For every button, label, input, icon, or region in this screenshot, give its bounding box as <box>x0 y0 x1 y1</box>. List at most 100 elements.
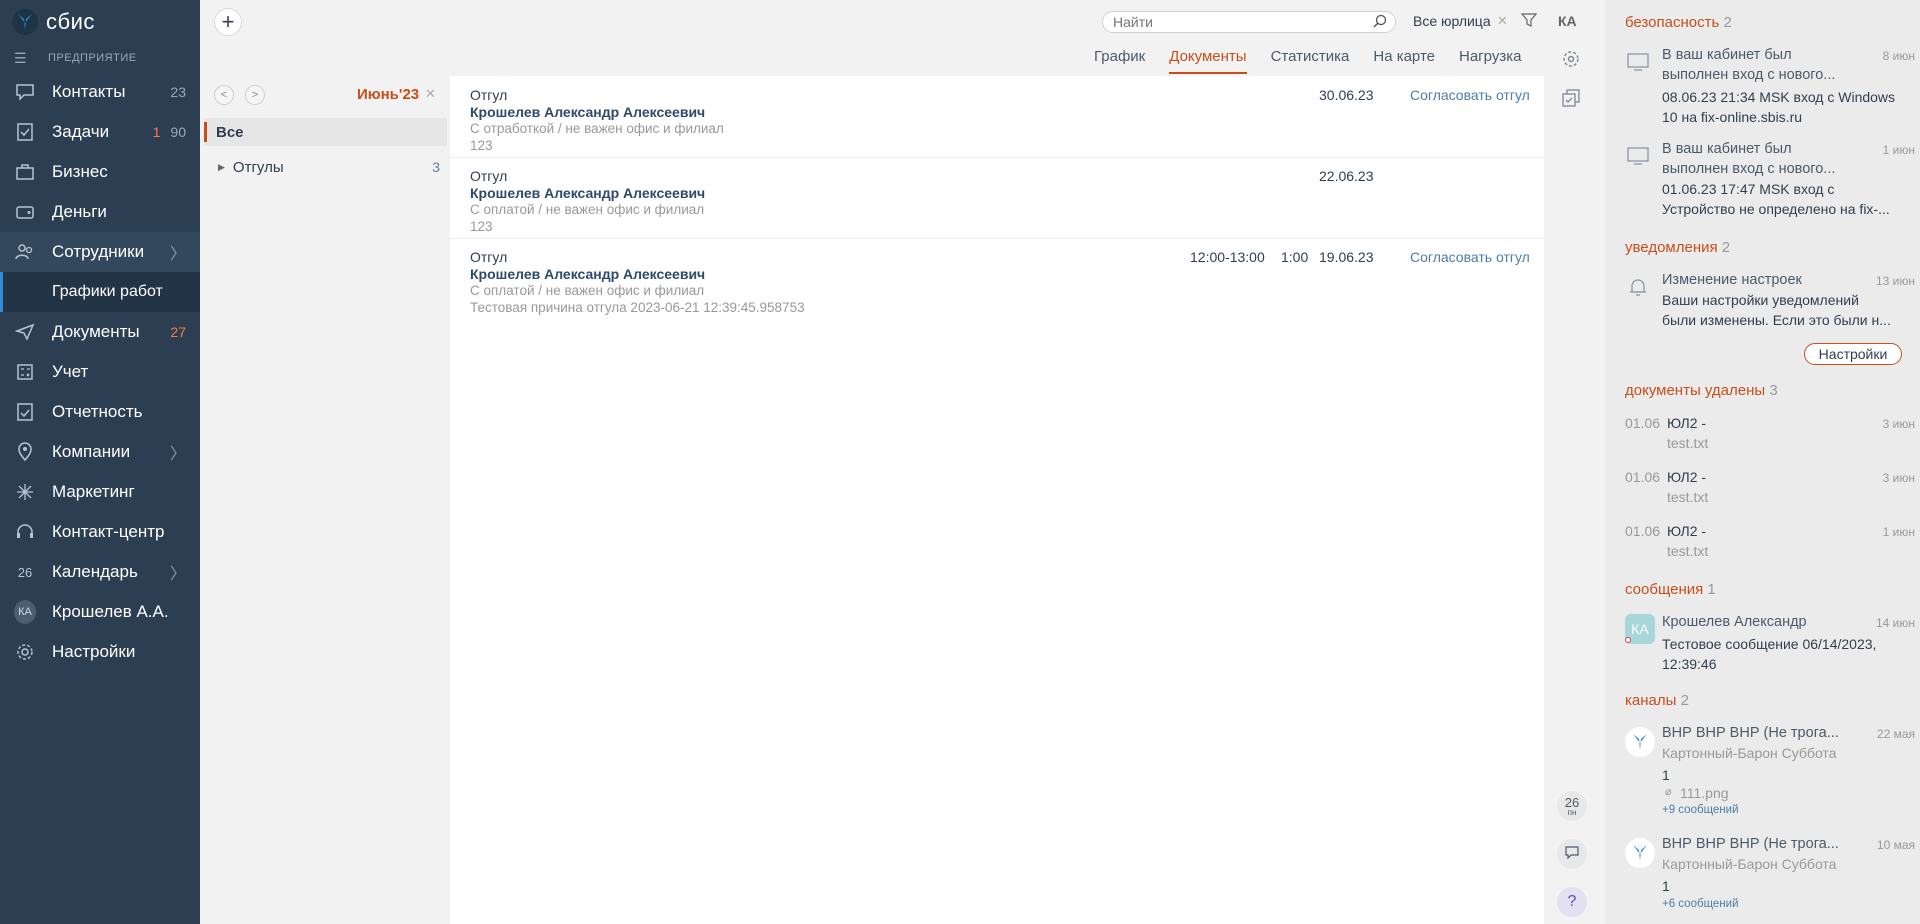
prev-period-button[interactable]: < <box>214 85 234 105</box>
user-initials[interactable]: КА <box>1558 13 1577 29</box>
company-name: ПРЕДПРИЯТИЕ <box>48 52 137 64</box>
folder-count: 3 <box>432 159 440 175</box>
section-count: 2 <box>1723 14 1732 31</box>
nav-item-settings[interactable]: Настройки <box>0 632 200 672</box>
approve-link[interactable]: Согласовать отгул <box>1410 249 1530 265</box>
doc-note: Тестовая причина отгула 2023-06-21 12:39… <box>470 300 805 315</box>
event-time: 13 июн <box>1875 274 1915 288</box>
main-navigation: сбис ☰ ПРЕДПРИЯТИЕ Контакты 23 Задачи 1 … <box>0 0 200 924</box>
gear-icon[interactable] <box>1560 48 1582 70</box>
section-title-notifications[interactable]: уведомления 2 <box>1625 239 1730 256</box>
doc-note: 123 <box>470 138 493 153</box>
doc-time: 12:00-13:00 <box>1190 249 1265 265</box>
headset-icon <box>14 521 36 543</box>
doc-type: Отгул <box>470 249 508 265</box>
mass-approve-icon[interactable] <box>1560 87 1582 109</box>
create-button[interactable]: + <box>214 8 242 36</box>
nav-item-accounting[interactable]: Учет <box>0 352 200 392</box>
search-input[interactable] <box>1113 14 1373 30</box>
avatar-initials: КА <box>14 600 36 624</box>
chevron-right-icon[interactable]: 〉 <box>170 560 186 584</box>
calendar-widget[interactable]: 26 пн <box>1557 791 1587 821</box>
nav-item-label: Маркетинг <box>52 482 135 501</box>
document-list: Отгул Крошелев Александр Алексеевич С от… <box>450 76 1544 924</box>
nav-item-count: 27 <box>170 324 186 340</box>
doc-duration: 1:00 <box>1281 249 1309 265</box>
employee-name: Крошелев Александр Алексеевич <box>470 185 706 201</box>
event-security[interactable]: В ваш кабинет был выполнен вход с нового… <box>1625 141 1915 219</box>
nav-item-calendar[interactable]: 26 Календарь 〉 <box>0 552 200 592</box>
calendar-icon: 26 <box>17 564 33 580</box>
clear-period-icon[interactable]: ✕ <box>425 86 436 102</box>
list-item[interactable]: Отгул Крошелев Александр Алексеевич С оп… <box>450 157 1544 239</box>
doc-date: 22.06.23 <box>1319 168 1374 184</box>
nav-item-label: Контакт-центр <box>52 522 165 541</box>
calendar-day: 26 <box>1564 794 1580 810</box>
nav-item-label: Документы <box>52 322 140 341</box>
tab-documents[interactable]: Документы <box>1169 48 1247 74</box>
nav-subitem-work-schedules[interactable]: Графики работ <box>0 272 200 312</box>
event-title: выполнен вход с нового... <box>1662 67 1836 83</box>
period-selector[interactable]: Июнь'23 <box>357 86 419 103</box>
nav-item-tasks[interactable]: Задачи 1 90 <box>0 112 200 152</box>
company-switcher[interactable]: ☰ ПРЕДПРИЯТИЕ <box>0 44 200 72</box>
nav-item-label: Настройки <box>52 642 136 661</box>
tasks-icon <box>14 121 36 143</box>
doc-date: 19.06.23 <box>1319 249 1374 265</box>
event-body: Устройство не определено на fix-... <box>1662 201 1890 217</box>
tab-statistics[interactable]: Статистика <box>1271 48 1350 74</box>
list-item[interactable]: Отгул Крошелев Александр Алексеевич С от… <box>450 76 1544 158</box>
avatar: КА <box>14 600 36 624</box>
sparkle-icon <box>14 481 36 503</box>
approve-link[interactable]: Согласовать отгул <box>1410 87 1530 103</box>
list-item[interactable]: Отгул Крошелев Александр Алексеевич С оп… <box>450 238 1544 320</box>
nav-item-label: Бизнес <box>52 162 108 181</box>
tab-map[interactable]: На карте <box>1373 48 1435 74</box>
search-box[interactable] <box>1102 11 1396 33</box>
event-title: В ваш кабинет был <box>1662 141 1792 157</box>
nav-item-documents[interactable]: Документы 27 <box>0 312 200 352</box>
doc-date: 30.06.23 <box>1319 87 1374 103</box>
people-icon <box>14 241 36 263</box>
filter-icon[interactable] <box>1520 13 1538 30</box>
event-title: Изменение настроек <box>1662 272 1802 288</box>
chevron-right-icon[interactable]: 〉 <box>170 240 186 264</box>
section-title-security[interactable]: безопасность 2 <box>1625 14 1732 31</box>
nav-item-money[interactable]: Деньги <box>0 192 200 232</box>
chat-widget[interactable] <box>1557 839 1587 869</box>
doc-note: 123 <box>470 219 493 234</box>
tab-schedule[interactable]: График <box>1094 48 1145 74</box>
doc-details: С оплатой / не важен офис и филиал <box>470 283 705 298</box>
brand-name: сбис <box>46 9 95 34</box>
folder-item[interactable]: ▶ Отгулы 3 <box>218 156 440 178</box>
sbis-bird-icon <box>12 9 38 35</box>
legal-entity-selector[interactable]: Все юрлица <box>1413 13 1491 29</box>
nav-item-companies[interactable]: Компании 〉 <box>0 432 200 472</box>
nav-item-business[interactable]: Бизнес <box>0 152 200 192</box>
chevron-right-icon[interactable]: 〉 <box>170 440 186 464</box>
clear-legal-icon[interactable]: ✕ <box>1497 13 1508 29</box>
nav-item-count-new: 1 <box>152 124 161 140</box>
chat-bubble-icon <box>1564 845 1580 863</box>
nav-item-label: Календарь <box>52 562 138 581</box>
tab-load[interactable]: Нагрузка <box>1459 48 1521 74</box>
help-button[interactable]: ? <box>1557 887 1587 917</box>
event-body: 08.06.23 21:34 MSK вход с Windows 10 на … <box>1662 89 1896 125</box>
nav-item-contacts[interactable]: Контакты 23 <box>0 72 200 112</box>
folder-panel: < > Июнь'23 ✕ Все ▶ Отгулы 3 <box>200 76 447 924</box>
nav-item-marketing[interactable]: Маркетинг <box>0 472 200 512</box>
event-notification[interactable]: Изменение настроек 13 июн Ваши настройки… <box>1625 272 1915 332</box>
nav-item-employees[interactable]: Сотрудники 〉 <box>0 232 200 272</box>
search-icon[interactable] <box>1373 14 1387 31</box>
event-security[interactable]: В ваш кабинет был выполнен вход с нового… <box>1625 47 1915 125</box>
notification-panel: безопасность 2 В ваш кабинет был выполне… <box>1605 0 1920 924</box>
nav-item-contact-center[interactable]: Контакт-центр <box>0 512 200 552</box>
notification-settings-button[interactable]: Настройки <box>1804 343 1902 365</box>
event-time: 8 июн <box>1882 49 1915 63</box>
next-period-button[interactable]: > <box>245 85 265 105</box>
nav-item-reports[interactable]: Отчетность <box>0 392 200 432</box>
logo[interactable]: сбис <box>0 0 200 44</box>
folder-all[interactable]: Все <box>204 118 447 146</box>
nav-item-profile[interactable]: КА Крошелев А.А. <box>0 592 200 632</box>
expand-icon[interactable]: ▶ <box>218 162 225 173</box>
